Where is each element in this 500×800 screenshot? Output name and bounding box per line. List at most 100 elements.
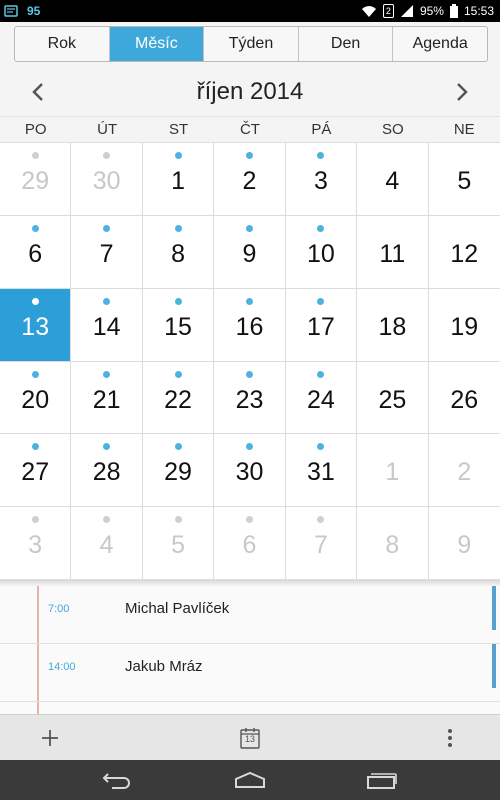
home-button[interactable]	[232, 768, 268, 792]
month-title: říjen 2014	[196, 78, 304, 105]
day-cell[interactable]: 15	[142, 288, 215, 362]
agenda-list: 7:00 Michal Pavlíček 14:00 Jakub Mráz	[0, 586, 500, 714]
day-cell[interactable]: 2	[214, 143, 286, 216]
day-cell[interactable]: 1	[357, 434, 429, 508]
day-number: 27	[21, 458, 50, 487]
add-event-button[interactable]	[37, 725, 63, 751]
day-cell[interactable]: 1	[142, 143, 215, 216]
tab-rok[interactable]: Rok	[15, 27, 110, 61]
event-dot-icon	[174, 443, 182, 451]
chevron-right-icon	[457, 83, 468, 101]
day-cell[interactable]: 30	[71, 143, 143, 216]
agenda-event[interactable]: 14:00 Jakub Mráz	[0, 644, 500, 702]
today-button[interactable]: 13	[237, 725, 263, 751]
day-number: 17	[307, 312, 335, 341]
day-cell[interactable]: 2	[428, 434, 500, 508]
day-cell[interactable]: 6	[0, 215, 72, 289]
event-dot-icon	[245, 370, 253, 378]
day-cell[interactable]: 9	[214, 215, 286, 289]
day-number: 10	[307, 239, 335, 268]
day-cell[interactable]: 11	[357, 215, 429, 289]
next-month-button[interactable]	[450, 80, 474, 104]
day-cell[interactable]: 18	[357, 288, 429, 362]
day-number: 5	[457, 167, 472, 195]
day-number: 14	[92, 312, 121, 341]
event-dot-icon	[103, 224, 111, 232]
day-cell[interactable]: 3	[0, 507, 72, 580]
day-cell[interactable]: 27	[0, 434, 72, 508]
day-number: 19	[450, 312, 479, 341]
day-number: 29	[21, 167, 50, 195]
weekday-label: SO	[381, 121, 404, 138]
battery-icon	[449, 4, 458, 18]
day-number: 7	[313, 531, 328, 560]
agenda-event[interactable]: 7:00 Michal Pavlíček	[0, 586, 500, 644]
day-number: 4	[385, 167, 400, 195]
tab-agenda[interactable]: Agenda	[393, 27, 487, 61]
event-dot-icon	[31, 152, 39, 159]
day-cell[interactable]: 28	[71, 434, 143, 508]
event-dot-icon	[317, 152, 325, 159]
day-number: 9	[242, 239, 257, 268]
event-dot-icon	[103, 297, 111, 305]
event-dot-icon	[245, 224, 253, 232]
day-cell[interactable]: 21	[71, 361, 143, 435]
tab-tyden[interactable]: Týden	[204, 27, 299, 61]
day-number: 15	[164, 312, 192, 341]
weekday-label: ST	[168, 121, 189, 138]
tab-mesic[interactable]: Měsíc	[109, 27, 205, 61]
day-cell[interactable]: 31	[285, 434, 358, 508]
day-cell[interactable]: 4	[357, 143, 429, 216]
event-dot-icon	[174, 297, 182, 305]
weekday-label: PÁ	[311, 121, 332, 138]
event-time: 7:00	[48, 603, 70, 615]
day-cell[interactable]: 20	[0, 361, 72, 435]
day-cell[interactable]: 16	[214, 288, 286, 362]
event-dot-icon	[317, 297, 325, 305]
day-number: 1	[385, 458, 400, 487]
day-cell[interactable]: 7	[285, 507, 358, 580]
day-number: 8	[385, 531, 400, 560]
day-cell[interactable]: 23	[214, 361, 286, 435]
day-cell[interactable]: 29	[0, 143, 72, 216]
day-cell[interactable]: 6	[214, 507, 286, 580]
day-cell[interactable]: 24	[285, 361, 358, 435]
day-cell[interactable]: 30	[214, 434, 286, 508]
day-number: 29	[164, 458, 192, 487]
tab-den[interactable]: Den	[299, 27, 394, 61]
back-button[interactable]	[100, 768, 136, 792]
event-dot-icon	[317, 516, 325, 524]
system-nav-bar	[0, 760, 500, 800]
overflow-menu-button[interactable]	[437, 725, 463, 751]
wifi-icon	[361, 6, 376, 17]
day-cell[interactable]: 10	[285, 215, 358, 289]
day-cell[interactable]: 14	[71, 288, 143, 362]
day-cell[interactable]: 17	[285, 288, 358, 362]
day-cell[interactable]: 5	[142, 507, 215, 580]
day-number: 16	[235, 312, 264, 341]
event-dot-icon	[317, 224, 325, 232]
day-number: 4	[99, 531, 114, 560]
month-header: říjen 2014	[0, 68, 500, 116]
home-icon	[235, 771, 265, 788]
event-dot-icon	[31, 370, 39, 378]
day-cell[interactable]: 8	[142, 215, 215, 289]
day-cell[interactable]: 9	[428, 507, 500, 580]
day-cell[interactable]: 29	[142, 434, 215, 508]
bottom-toolbar: 13	[0, 714, 500, 760]
day-cell[interactable]: 22	[142, 361, 215, 435]
day-cell[interactable]: 12	[428, 215, 500, 289]
day-cell[interactable]: 8	[357, 507, 429, 580]
event-dot-icon	[245, 516, 253, 524]
day-cell[interactable]: 3	[285, 143, 358, 216]
day-number: 6	[28, 239, 43, 268]
day-cell[interactable]: 19	[428, 288, 500, 362]
day-number: 26	[450, 385, 479, 414]
day-cell[interactable]: 5	[428, 143, 500, 216]
day-cell[interactable]: 26	[428, 361, 500, 435]
day-cell[interactable]: 4	[71, 507, 143, 580]
day-cell[interactable]: 25	[357, 361, 429, 435]
recent-apps-button[interactable]	[364, 768, 400, 792]
day-cell[interactable]: 7	[71, 215, 143, 289]
day-cell-selected[interactable]: 13	[0, 288, 72, 362]
